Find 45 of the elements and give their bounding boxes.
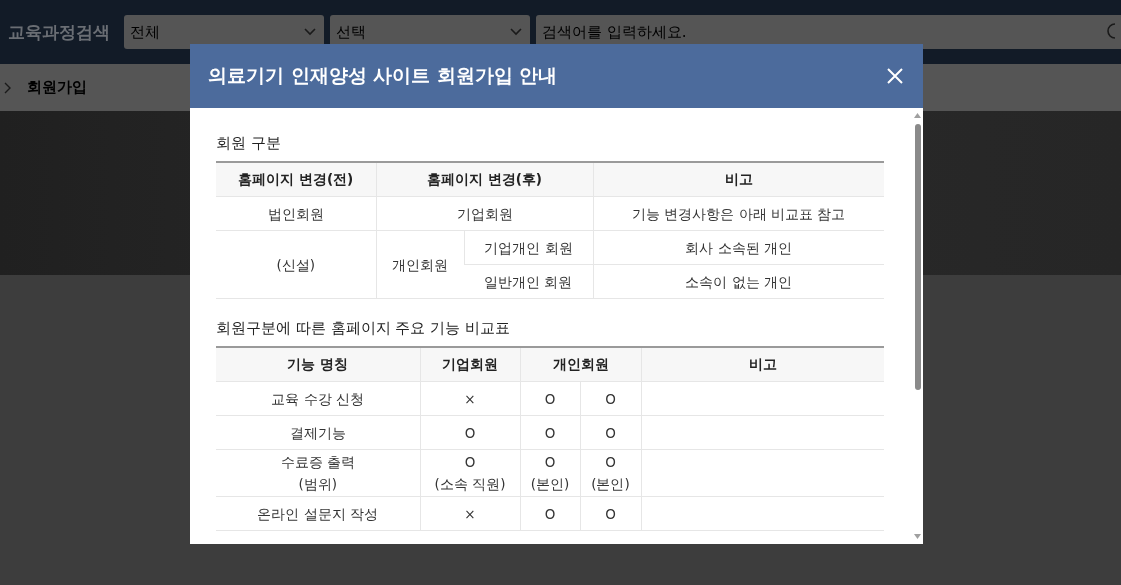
section-title: 회원구분에 따른 홈페이지 주요 기능 비교표: [216, 319, 511, 338]
category-select[interactable]: 전체: [124, 15, 324, 49]
table-cell: 기업개인 회원: [464, 230, 593, 265]
column-header: 비고: [593, 162, 884, 197]
table-cell: 수료증 출력 (범위): [216, 449, 420, 497]
table-cell: O: [580, 415, 641, 450]
table-cell: O: [580, 381, 641, 416]
table-cell: O (본인): [520, 449, 580, 497]
table-cell: (신설): [216, 230, 376, 299]
table-cell: 법인회원: [216, 196, 376, 231]
column-header: 기능 명칭: [216, 347, 420, 382]
chevron-down-icon: [510, 28, 522, 36]
table-cell: 일반개인 회원: [464, 264, 593, 299]
table-cell: O: [580, 496, 641, 531]
table-cell: 온라인 설문지 작성: [216, 496, 420, 531]
section-title: 회원 구분: [216, 134, 282, 153]
table-cell: 개인회원: [376, 230, 464, 299]
table-cell: ×: [420, 381, 520, 416]
table-cell: 소속이 없는 개인: [593, 264, 884, 299]
table-cell: 결제기능: [216, 415, 420, 450]
search-icon[interactable]: [1105, 23, 1115, 41]
column-header: 홈페이지 변경(후): [376, 162, 593, 197]
chevron-right-icon: [4, 81, 11, 94]
table-cell: ×: [420, 496, 520, 531]
table-cell: O (본인): [580, 449, 641, 497]
site-title: 교육과정검색: [8, 20, 111, 44]
breadcrumb-current[interactable]: 회원가입: [27, 78, 87, 97]
table-cell: O: [520, 381, 580, 416]
table-cell: O: [520, 496, 580, 531]
chevron-down-icon: [304, 28, 316, 36]
column-header: 개인회원: [520, 347, 641, 382]
table-cell: O: [420, 415, 520, 450]
table-cell: O (소속 직원): [420, 449, 520, 497]
search-field[interactable]: 검색어를 입력하세요.: [536, 15, 1121, 49]
column-header: 비고: [641, 347, 884, 382]
modal-title: 의료기기 인재양성 사이트 회원가입 안내: [208, 63, 558, 88]
table-cell: 기업회원: [376, 196, 593, 231]
table-cell: 기능 변경사항은 아래 비교표 참고: [593, 196, 884, 231]
table-cell: O: [520, 415, 580, 450]
column-header: 홈페이지 변경(전): [216, 162, 376, 197]
close-button[interactable]: [885, 66, 905, 86]
close-icon: [887, 68, 903, 84]
column-header: 기업회원: [420, 347, 520, 382]
table-cell: 회사 소속된 개인: [593, 230, 884, 265]
table-cell: 교육 수강 신청: [216, 381, 420, 416]
